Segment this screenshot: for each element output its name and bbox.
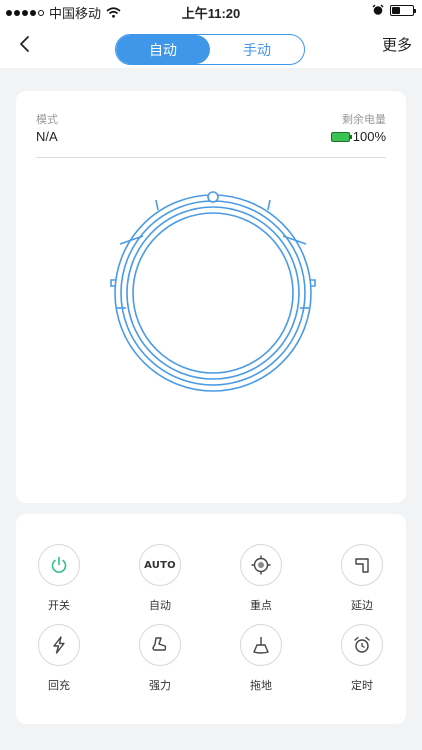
battery-label: 剩余电量 [342, 114, 386, 126]
edge-button-circle [341, 544, 383, 586]
more-button[interactable]: 更多 [382, 34, 412, 55]
alarm-icon [372, 4, 384, 15]
tab-manual[interactable]: 手动 [210, 35, 304, 64]
controls-card: 开关 AUTO 自动 重点 延边 回充 强力 拖地 定时 [16, 514, 406, 724]
status-bar: 中国移动 上午11:20 [0, 0, 422, 22]
battery-info: 剩余电量 100% [330, 111, 386, 144]
power-suction-icon [152, 637, 167, 651]
target-icon [251, 555, 271, 575]
divider [36, 157, 386, 158]
spot-button-circle [240, 544, 282, 586]
timer-button[interactable]: 定时 [327, 624, 397, 693]
mode-label: 模式 [36, 114, 58, 126]
power-icon [51, 556, 67, 573]
power-label: 开关 [48, 600, 70, 612]
mop-button[interactable]: 拖地 [226, 624, 296, 693]
back-button[interactable] [14, 31, 38, 57]
strong-suction-button[interactable]: 强力 [125, 624, 195, 693]
auto-label: 自动 [149, 600, 171, 612]
recharge-label: 回充 [48, 680, 70, 692]
recharge-icon [53, 636, 65, 654]
tab-auto[interactable]: 自动 [116, 35, 210, 64]
strong-suction-button-circle [139, 624, 181, 666]
spot-button[interactable]: 重点 [226, 544, 296, 613]
robot-vacuum-outline-icon [110, 191, 316, 392]
mode-value: N/A [36, 129, 58, 144]
battery-row: 100% [330, 129, 386, 144]
spot-label: 重点 [250, 600, 272, 612]
status-card: 模式 N/A 剩余电量 100% [16, 91, 406, 503]
alarm-clock-icon [354, 636, 370, 653]
status-right [372, 4, 416, 16]
auto-icon: AUTO [144, 559, 176, 571]
recharge-button-circle [38, 624, 80, 666]
timer-button-circle [341, 624, 383, 666]
edge-icon [355, 558, 369, 573]
nav-bar: 自动 手动 更多 [0, 22, 422, 68]
power-button[interactable]: 开关 [24, 544, 94, 613]
mop-label: 拖地 [250, 680, 272, 692]
battery-value: 100% [352, 129, 386, 144]
mop-button-circle [240, 624, 282, 666]
auto-button[interactable]: AUTO 自动 [125, 544, 195, 613]
edge-label: 延边 [351, 600, 373, 612]
status-time: 上午11:20 [181, 6, 241, 21]
battery-level-icon [330, 131, 352, 142]
mop-icon [253, 637, 269, 654]
chevron-left-icon [20, 36, 29, 52]
strong-suction-label: 强力 [149, 680, 171, 692]
mode-segmented-control: 自动 手动 [115, 34, 305, 65]
power-button-circle [38, 544, 80, 586]
auto-button-circle: AUTO [139, 544, 181, 586]
recharge-button[interactable]: 回充 [24, 624, 94, 693]
battery-icon [390, 4, 416, 16]
timer-label: 定时 [351, 680, 373, 692]
edge-button[interactable]: 延边 [327, 544, 397, 613]
mode-info: 模式 N/A [36, 111, 58, 144]
